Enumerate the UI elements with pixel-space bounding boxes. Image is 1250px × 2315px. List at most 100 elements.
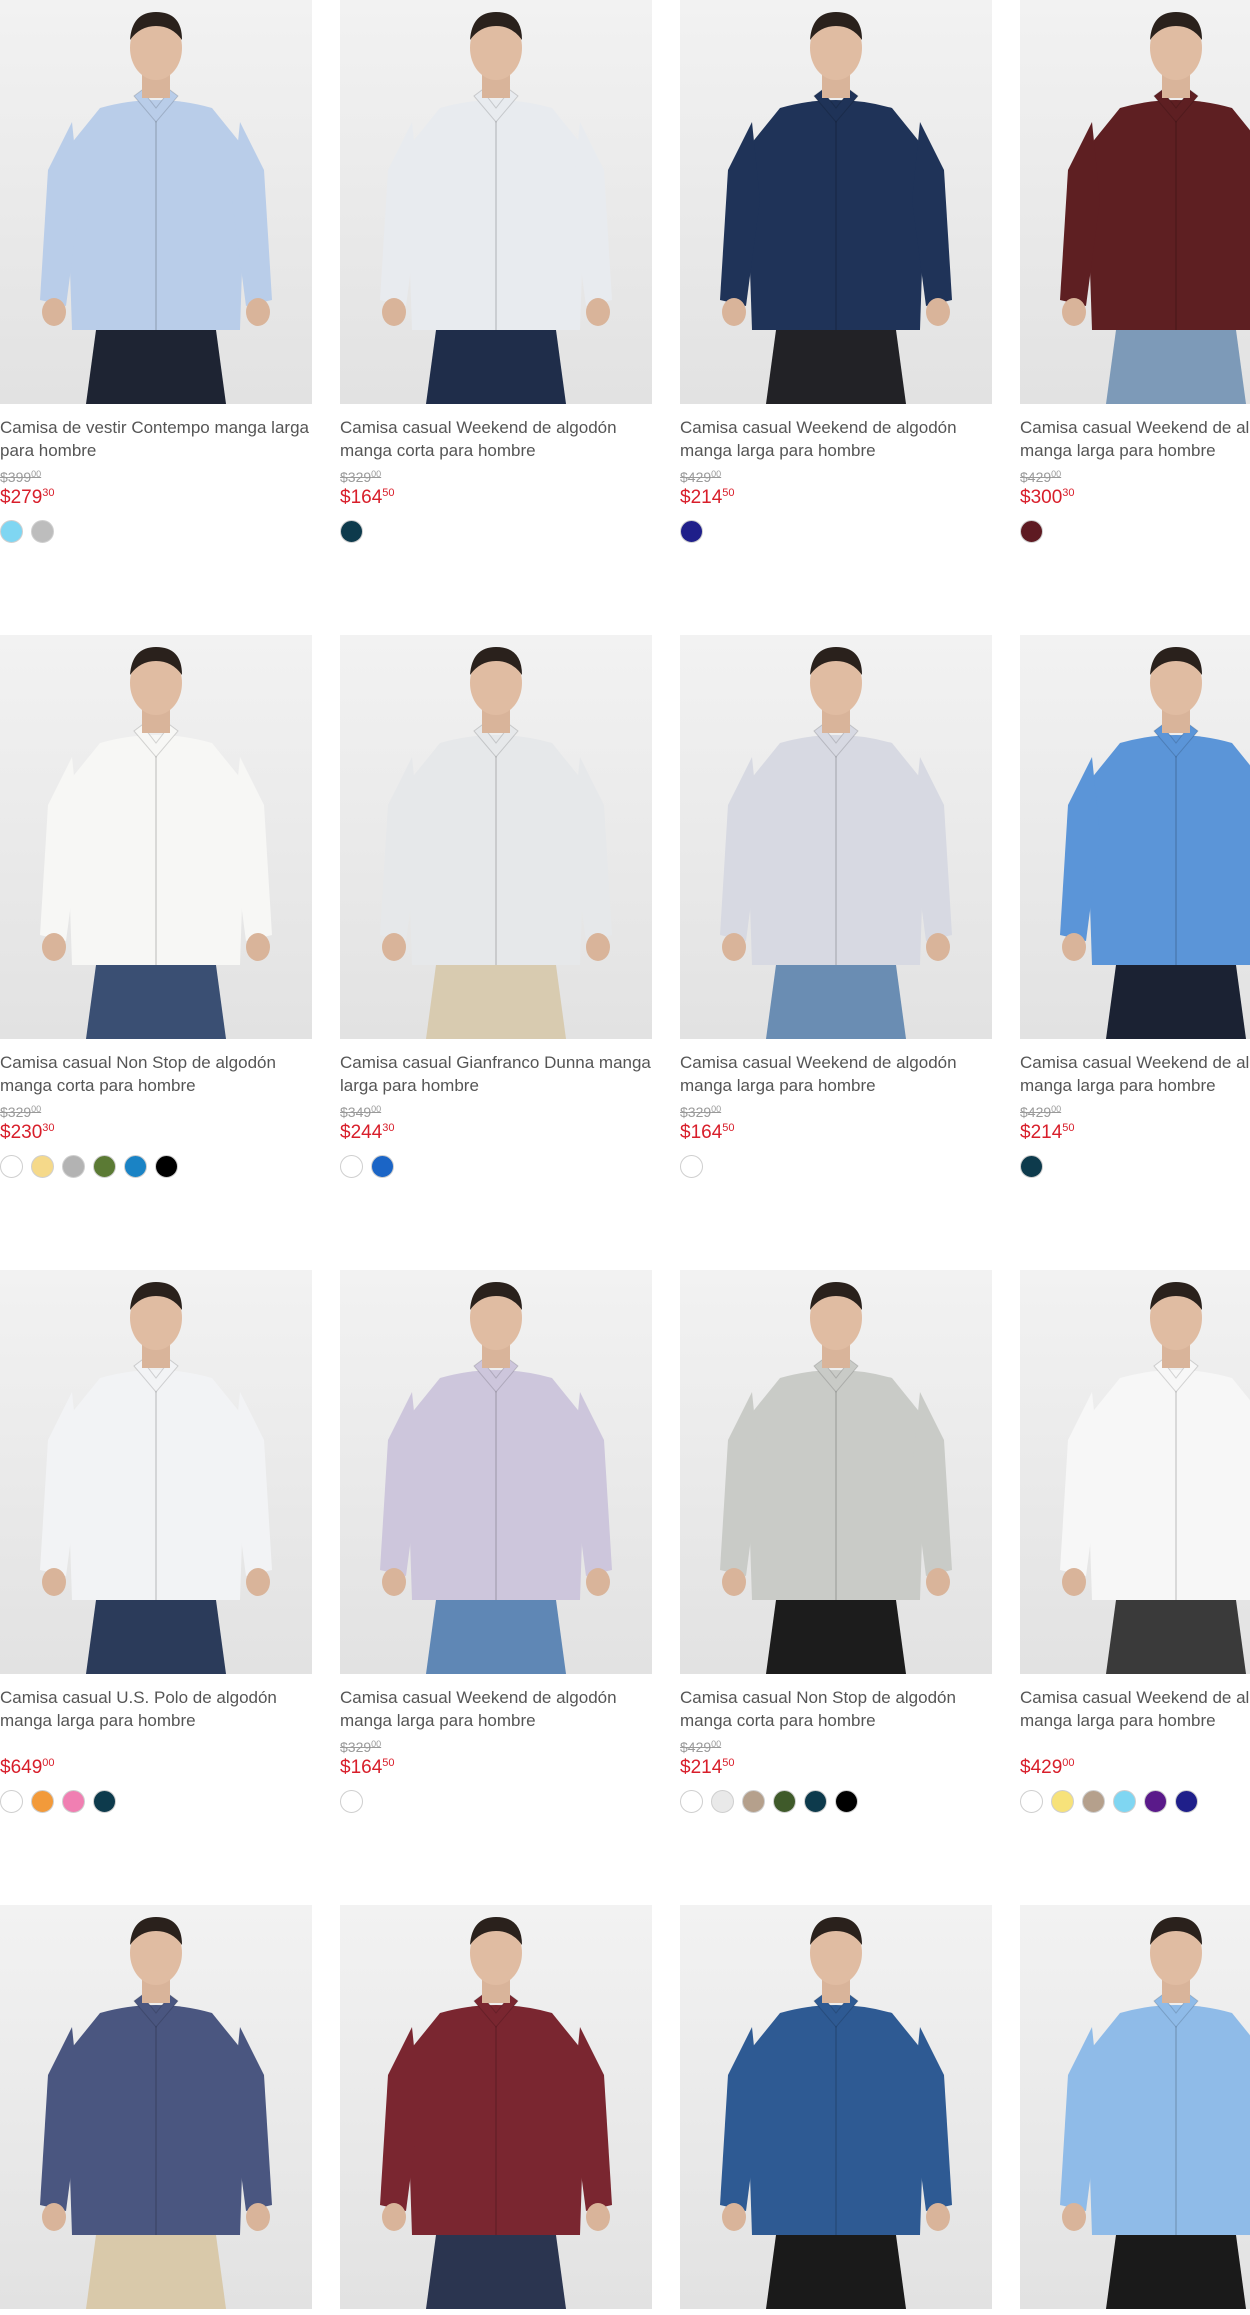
- price-amount: $164: [340, 1757, 383, 1778]
- color-swatch[interactable]: [340, 520, 363, 543]
- color-swatch[interactable]: [31, 520, 54, 543]
- product-photo-svg: [340, 0, 652, 404]
- color-swatch[interactable]: [773, 1790, 796, 1813]
- product-title[interactable]: Camisa casual Weekend de algodón manga l…: [680, 1051, 992, 1097]
- product-card[interactable]: [0, 1905, 312, 2309]
- product-card[interactable]: Camisa casual Weekend de algodón manga l…: [680, 0, 992, 543]
- product-photo-svg: [1020, 1905, 1250, 2309]
- color-swatch[interactable]: [93, 1155, 116, 1178]
- product-image[interactable]: [1020, 1905, 1250, 2309]
- old-price-cents: 00: [371, 469, 382, 479]
- product-photo-svg: [340, 635, 652, 1039]
- color-swatch[interactable]: [340, 1790, 363, 1813]
- product-price: $64900: [0, 1752, 312, 1778]
- color-swatch[interactable]: [1144, 1790, 1167, 1813]
- color-swatch[interactable]: [62, 1790, 85, 1813]
- product-card[interactable]: Camisa casual Non Stop de algodón manga …: [0, 635, 312, 1178]
- color-swatch[interactable]: [0, 1790, 23, 1813]
- color-swatch[interactable]: [1175, 1790, 1198, 1813]
- product-photo-svg: [1020, 1270, 1250, 1674]
- old-price-cents: 00: [1051, 469, 1062, 479]
- color-swatch[interactable]: [1113, 1790, 1136, 1813]
- product-photo-svg: [680, 1270, 992, 1674]
- product-card[interactable]: Camisa casual Weekend de algodón manga l…: [1020, 635, 1250, 1178]
- color-swatch[interactable]: [1020, 1790, 1043, 1813]
- product-photo-svg: [680, 1905, 992, 2309]
- color-swatch[interactable]: [1051, 1790, 1074, 1813]
- color-swatch[interactable]: [62, 1155, 85, 1178]
- color-swatch[interactable]: [680, 1155, 703, 1178]
- product-image[interactable]: [1020, 1270, 1250, 1674]
- product-card[interactable]: Camisa casual Weekend de algodón manga l…: [1020, 0, 1250, 543]
- product-image[interactable]: [0, 0, 312, 404]
- product-title[interactable]: Camisa casual Weekend de algodón manga l…: [1020, 1051, 1250, 1097]
- product-image[interactable]: [680, 0, 992, 404]
- price-cents: 50: [1062, 1122, 1075, 1134]
- color-swatch[interactable]: [124, 1155, 147, 1178]
- price-amount: $429: [1020, 1757, 1063, 1778]
- product-card[interactable]: [680, 1905, 992, 2309]
- price-cents: 30: [42, 1122, 55, 1134]
- color-swatch[interactable]: [1020, 520, 1043, 543]
- color-swatch[interactable]: [0, 520, 23, 543]
- product-image[interactable]: [680, 1905, 992, 2309]
- color-swatch[interactable]: [1082, 1790, 1105, 1813]
- product-image[interactable]: [340, 0, 652, 404]
- color-swatch[interactable]: [371, 1155, 394, 1178]
- color-swatch[interactable]: [804, 1790, 827, 1813]
- product-price: $23030: [0, 1117, 312, 1143]
- color-swatch[interactable]: [31, 1790, 54, 1813]
- product-card[interactable]: Camisa casual U.S. Polo de algodón manga…: [0, 1270, 312, 1813]
- product-card[interactable]: [1020, 1905, 1250, 2309]
- product-image[interactable]: [340, 1270, 652, 1674]
- old-price-cents: 00: [711, 1104, 722, 1114]
- price-amount: $214: [680, 487, 723, 508]
- product-image[interactable]: [1020, 635, 1250, 1039]
- color-swatch[interactable]: [155, 1155, 178, 1178]
- product-image[interactable]: [680, 635, 992, 1039]
- color-swatch[interactable]: [742, 1790, 765, 1813]
- color-swatch[interactable]: [711, 1790, 734, 1813]
- product-image[interactable]: [340, 635, 652, 1039]
- color-swatch[interactable]: [680, 520, 703, 543]
- product-card[interactable]: Camisa casual Weekend de algodón manga c…: [340, 0, 652, 543]
- product-title[interactable]: Camisa casual Gianfranco Dunna manga lar…: [340, 1051, 652, 1097]
- product-card[interactable]: Camisa casual Weekend de algodón manga l…: [340, 1270, 652, 1813]
- product-card[interactable]: Camisa de vestir Contempo manga larga pa…: [0, 0, 312, 543]
- product-title[interactable]: Camisa casual U.S. Polo de algodón manga…: [0, 1686, 312, 1732]
- product-card[interactable]: Camisa casual Non Stop de algodón manga …: [680, 1270, 992, 1813]
- product-title[interactable]: Camisa de vestir Contempo manga larga pa…: [0, 416, 312, 462]
- color-swatch[interactable]: [340, 1155, 363, 1178]
- product-card[interactable]: [340, 1905, 652, 2309]
- color-swatch[interactable]: [0, 1155, 23, 1178]
- product-title[interactable]: Camisa casual Weekend de algodón manga l…: [1020, 416, 1250, 462]
- product-card[interactable]: Camisa casual Weekend de algodón manga l…: [1020, 1270, 1250, 1813]
- color-swatch[interactable]: [93, 1790, 116, 1813]
- color-swatch[interactable]: [680, 1790, 703, 1813]
- color-swatch[interactable]: [1020, 1155, 1043, 1178]
- product-title[interactable]: Camisa casual Weekend de algodón manga l…: [680, 416, 992, 462]
- product-title[interactable]: Camisa casual Non Stop de algodón manga …: [680, 1686, 992, 1732]
- product-image[interactable]: [1020, 0, 1250, 404]
- color-swatch[interactable]: [835, 1790, 858, 1813]
- product-image[interactable]: [0, 635, 312, 1039]
- color-swatches: [1020, 1155, 1250, 1178]
- product-image[interactable]: [680, 1270, 992, 1674]
- product-title[interactable]: Camisa casual Weekend de algodón manga l…: [340, 1686, 652, 1732]
- product-photo-svg: [340, 1905, 652, 2309]
- product-card[interactable]: Camisa casual Weekend de algodón manga l…: [680, 635, 992, 1178]
- product-image[interactable]: [0, 1270, 312, 1674]
- color-swatches: [0, 1790, 312, 1813]
- product-image[interactable]: [0, 1905, 312, 2309]
- price-cents: 50: [722, 487, 735, 499]
- product-image[interactable]: [340, 1905, 652, 2309]
- color-swatches: [0, 520, 312, 543]
- color-swatch[interactable]: [31, 1155, 54, 1178]
- old-price-cents: 00: [371, 1104, 382, 1114]
- product-old-price: $42900: [1020, 466, 1250, 485]
- product-old-price: $32900: [340, 1736, 652, 1755]
- product-card[interactable]: Camisa casual Gianfranco Dunna manga lar…: [340, 635, 652, 1178]
- product-title[interactable]: Camisa casual Weekend de algodón manga c…: [340, 416, 652, 462]
- product-title[interactable]: Camisa casual Weekend de algodón manga l…: [1020, 1686, 1250, 1732]
- product-title[interactable]: Camisa casual Non Stop de algodón manga …: [0, 1051, 312, 1097]
